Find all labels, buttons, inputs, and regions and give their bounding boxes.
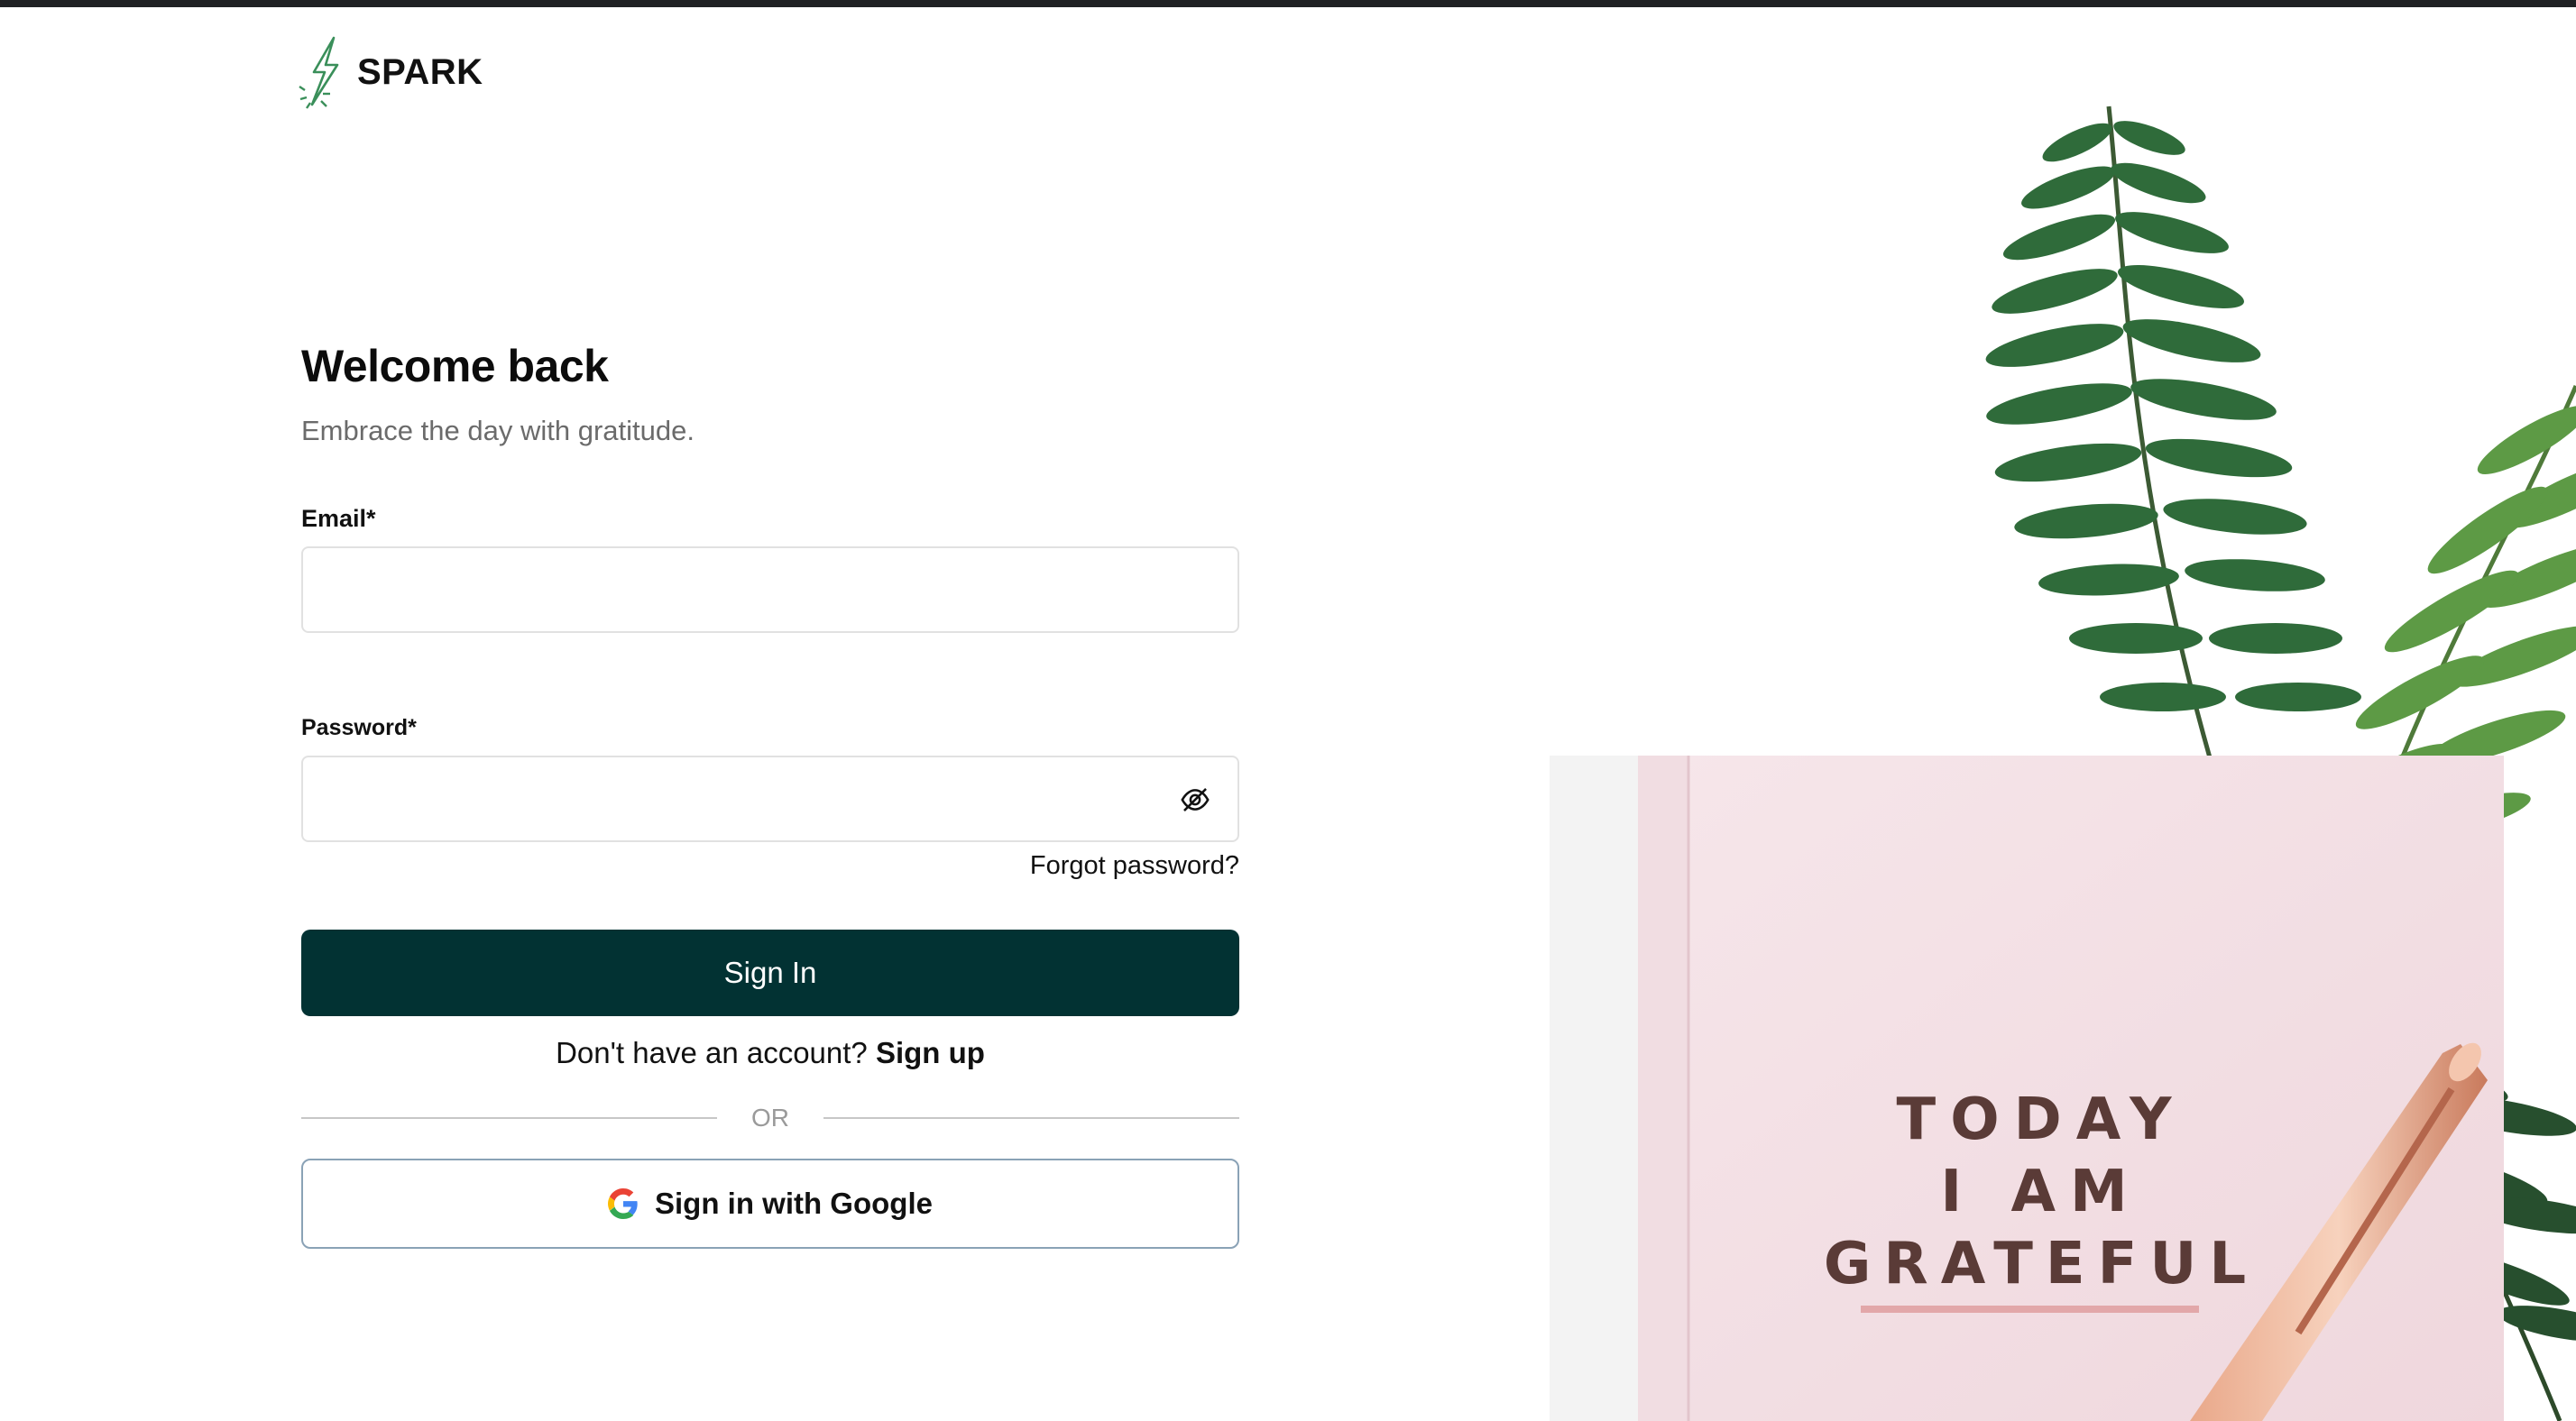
notebook-fern-photo: TODAY I AM GRATEFUL [1550,105,2576,1421]
login-form: Welcome back Embrace the day with gratit… [301,334,1239,1249]
hero-image: TODAY I AM GRATEFUL [1550,7,2576,1421]
password-field[interactable] [303,757,1237,840]
sign-up-link[interactable]: Sign up [876,1036,985,1069]
page-subtitle: Embrace the day with gratitude. [301,415,695,446]
forgot-password-link[interactable]: Forgot password? [301,851,1239,881]
brand-logo[interactable]: SPARK [298,34,483,110]
or-divider: OR [301,1104,1239,1132]
lightning-bolt-icon [299,36,339,109]
notebook: TODAY I AM GRATEFUL [1638,756,2504,1421]
notebook-text-line-1: TODAY [1897,1086,2186,1153]
email-label: Email* [301,505,376,532]
signup-prompt-text: Don't have an account? [556,1036,868,1069]
fern-leaf-icon [1985,105,2361,784]
divider-text: OR [751,1104,789,1132]
google-sign-in-button[interactable]: Sign in with Google [301,1159,1239,1249]
divider-line-right [823,1117,1239,1119]
google-g-icon [608,1188,638,1219]
page-title: Welcome back [301,341,609,391]
brand-name: SPARK [357,51,483,92]
divider-line-left [301,1117,717,1119]
email-field[interactable] [303,548,1237,631]
password-label: Password* [301,715,417,740]
sign-in-button[interactable]: Sign In [301,930,1239,1016]
notebook-text-line-2: I AM [1940,1159,2141,1225]
password-field-wrapper [301,756,1239,842]
top-bar [0,0,2576,7]
google-button-label: Sign in with Google [655,1187,933,1220]
eye-off-icon[interactable] [1180,784,1210,815]
notebook-text-line-3: GRATEFUL [1824,1231,2259,1297]
email-field-wrapper [301,546,1239,633]
signup-prompt: Don't have an account? Sign up [301,1036,1239,1070]
